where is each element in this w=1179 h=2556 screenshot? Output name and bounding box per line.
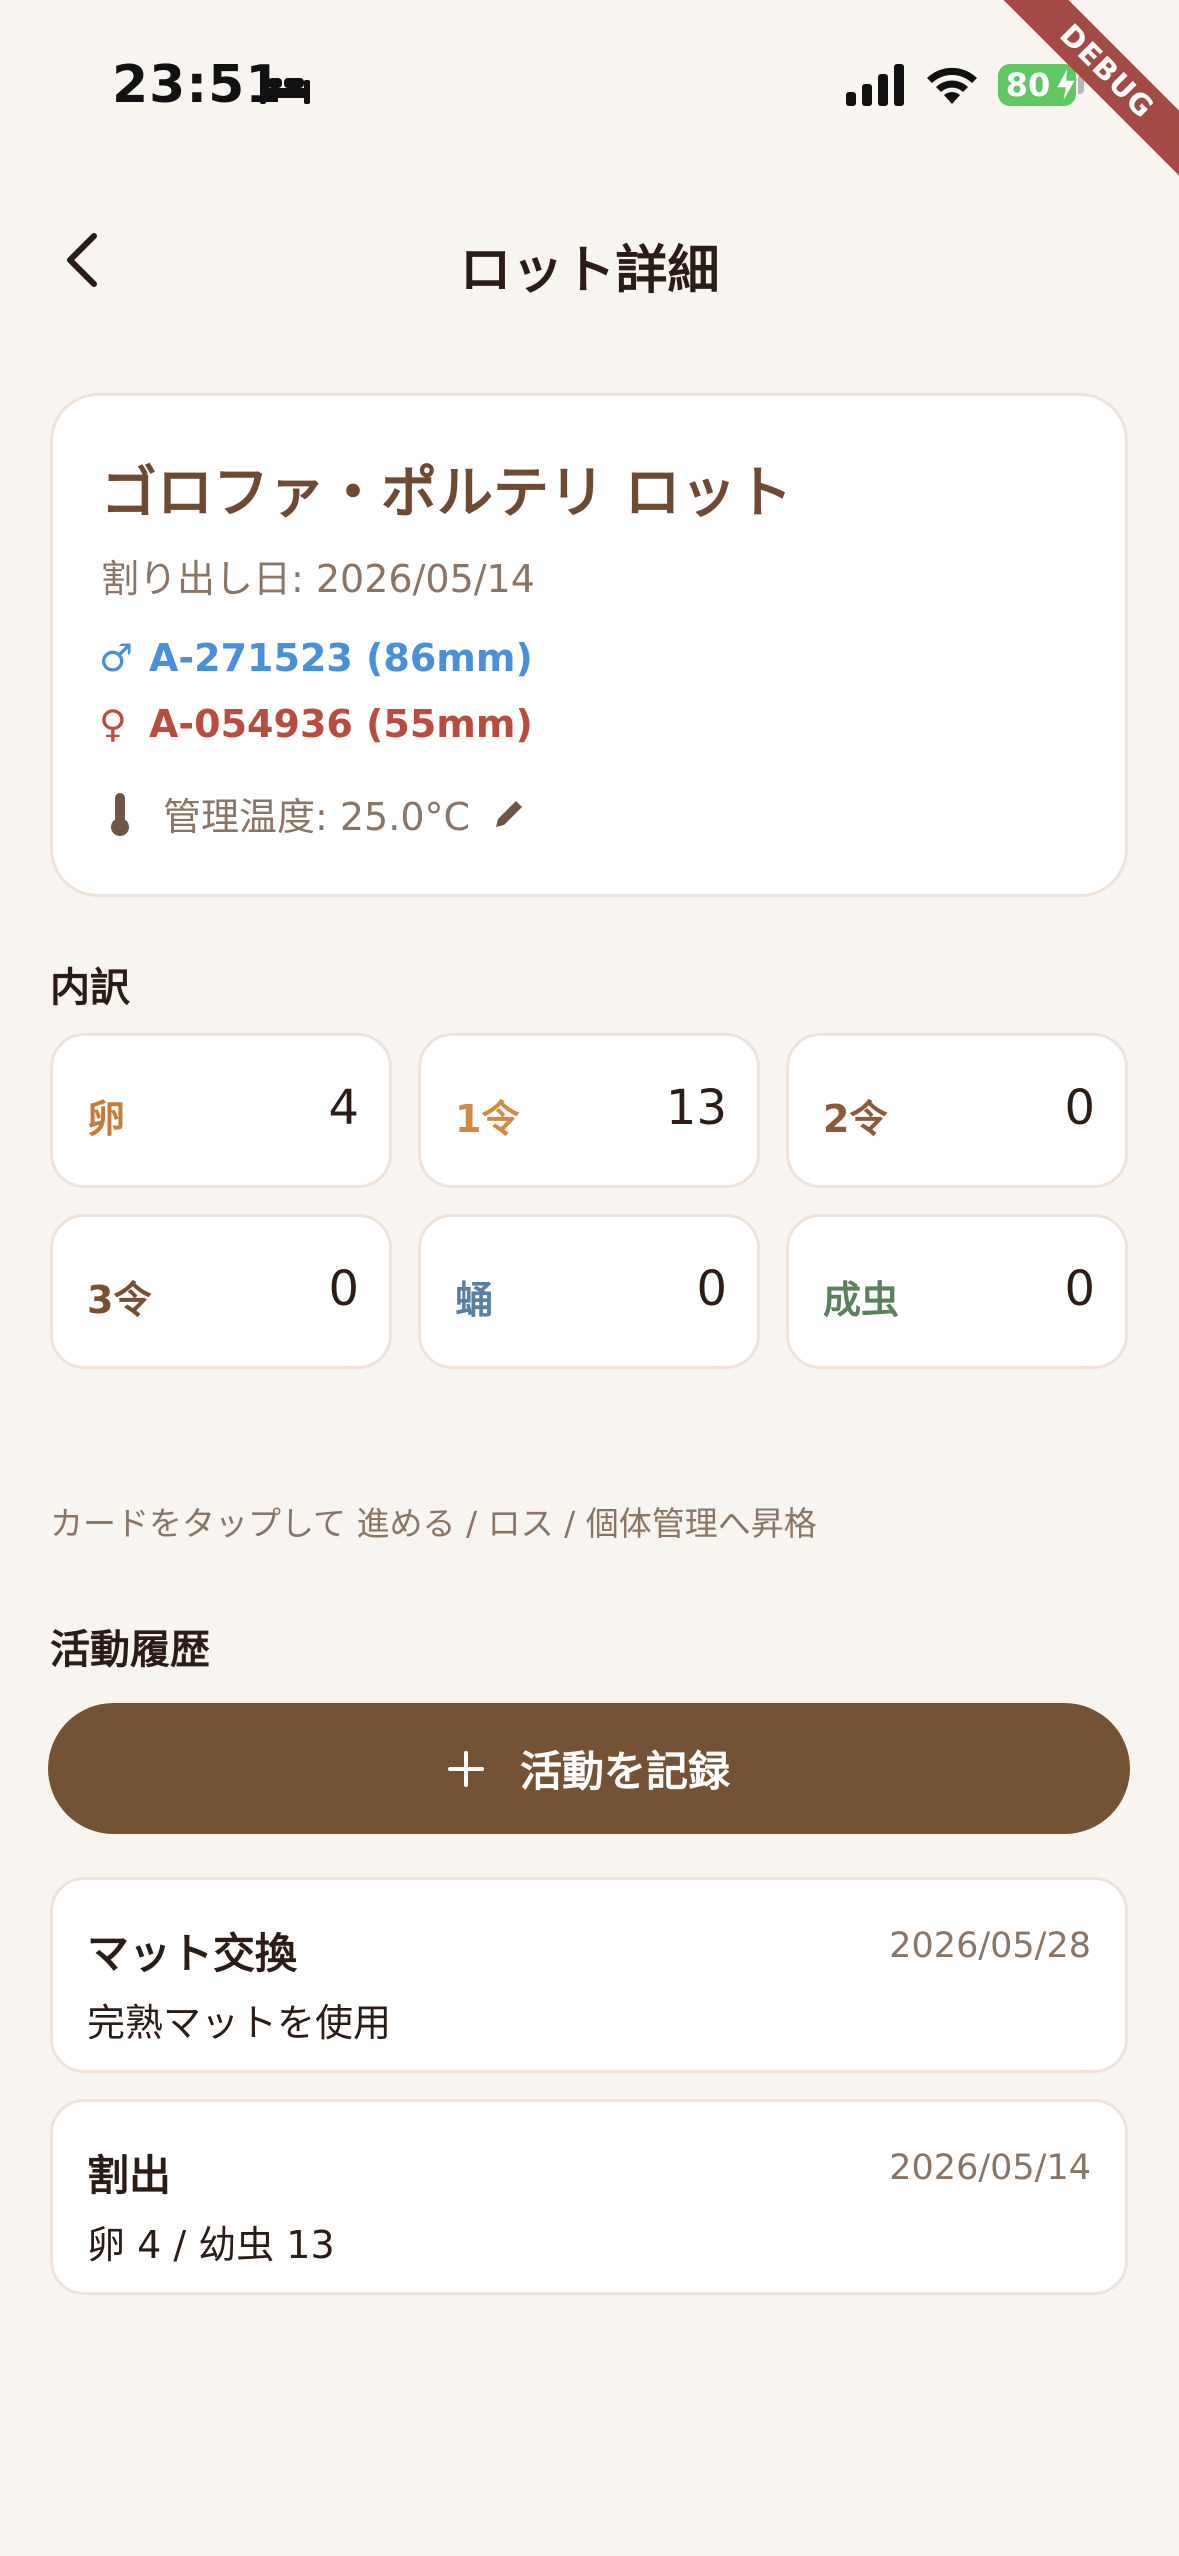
stage-card-l3[interactable]: 3令 0 <box>50 1214 392 1369</box>
plus-icon <box>447 1750 484 1787</box>
female-parent-link[interactable]: ♀ A-054936 (55mm) <box>99 702 533 746</box>
female-parent-label: A-054936 (55mm) <box>149 702 533 746</box>
status-time: 23:51 <box>112 55 283 115</box>
battery-level: 80 <box>1005 66 1051 104</box>
activity-title: 割出 <box>87 2151 172 2200</box>
stage-card-l2[interactable]: 2令 0 <box>786 1033 1128 1188</box>
stage-count: 0 <box>1064 1261 1095 1317</box>
stage-count: 0 <box>696 1261 727 1317</box>
activity-date: 2026/05/28 <box>889 1926 1091 1966</box>
stage-card-egg[interactable]: 卵 4 <box>50 1033 392 1188</box>
thermometer-icon <box>111 792 129 836</box>
split-date: 割り出し日: 2026/05/14 <box>101 557 535 601</box>
activity-heading: 活動履歴 <box>50 1627 210 1673</box>
back-chevron-icon[interactable] <box>58 228 108 292</box>
stage-label: 蛹 <box>455 1278 494 1322</box>
male-parent-link[interactable]: ♂ A-271523 (86mm) <box>99 636 533 680</box>
wifi-icon <box>927 67 977 104</box>
page-title: ロット詳細 <box>459 241 720 301</box>
stage-label: 2令 <box>823 1097 888 1141</box>
female-icon: ♀ <box>99 702 127 746</box>
signal-icon <box>846 64 904 106</box>
stage-label: 成虫 <box>823 1278 900 1322</box>
stage-card-l1[interactable]: 1令 13 <box>418 1033 760 1188</box>
temperature-row[interactable]: 管理温度: 25.0°C <box>107 786 526 841</box>
activity-description: 卵 4 / 幼虫 13 <box>87 2223 335 2267</box>
activity-item[interactable]: マット交換 2026/05/28 完熟マットを使用 <box>50 1877 1128 2073</box>
stage-label: 卵 <box>87 1097 126 1141</box>
activity-title: マット交換 <box>87 1929 298 1978</box>
stage-card-pupa[interactable]: 蛹 0 <box>418 1214 760 1369</box>
stage-card-adult[interactable]: 成虫 0 <box>786 1214 1128 1369</box>
activity-date: 2026/05/14 <box>889 2148 1091 2188</box>
male-parent-label: A-271523 (86mm) <box>149 636 533 680</box>
tap-hint: カードをタップして 進める / ロス / 個体管理へ昇格 <box>50 1504 817 1543</box>
stage-count: 0 <box>1064 1080 1095 1136</box>
stage-count: 0 <box>328 1261 359 1317</box>
activity-item[interactable]: 割出 2026/05/14 卵 4 / 幼虫 13 <box>50 2099 1128 2295</box>
status-bar: 23:51 80 DEBUG <box>0 0 1179 194</box>
edit-pencil-icon[interactable] <box>492 797 526 831</box>
record-activity-label: 活動を記録 <box>519 1747 730 1796</box>
activity-description: 完熟マットを使用 <box>87 2001 392 2045</box>
lot-name: ゴロファ・ポルテリ ロット <box>101 461 793 526</box>
temperature-label: 管理温度: 25.0°C <box>163 795 471 839</box>
breakdown-heading: 内訳 <box>50 965 130 1011</box>
stage-label: 3令 <box>87 1278 152 1322</box>
stage-count: 13 <box>665 1080 727 1136</box>
bed-icon <box>260 72 310 104</box>
lot-info-card: ゴロファ・ポルテリ ロット 割り出し日: 2026/05/14 ♂ A-2715… <box>50 393 1128 897</box>
stage-count: 4 <box>328 1080 359 1136</box>
male-icon: ♂ <box>99 636 134 680</box>
record-activity-button[interactable]: 活動を記録 <box>48 1703 1130 1834</box>
stage-label: 1令 <box>455 1097 520 1141</box>
